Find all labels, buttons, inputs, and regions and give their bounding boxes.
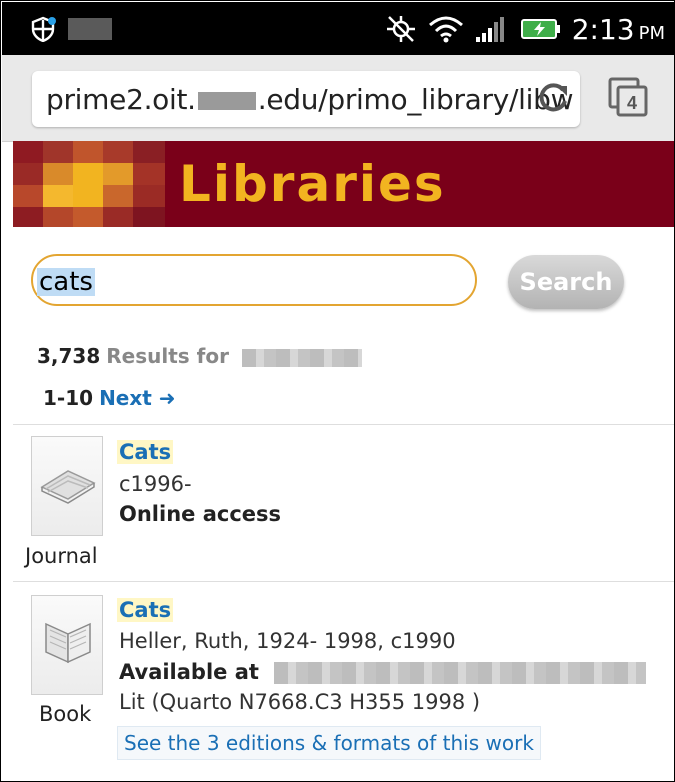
- address-bar[interactable]: prime2.oit. .edu/primo_library/libw: [32, 71, 580, 127]
- phone-screen: 2:13 PM prime2.oit. .edu/primo_library/lib…: [0, 0, 675, 782]
- notification-icon-redacted: [68, 18, 112, 40]
- logo-icon: [13, 141, 165, 227]
- book-icon: [45, 622, 91, 664]
- item-title-link[interactable]: Cats: [117, 598, 174, 622]
- browser-toolbar: prime2.oit. .edu/primo_library/libw 4: [2, 55, 674, 142]
- item-type: Book: [39, 702, 92, 726]
- battery-charging-icon: [520, 19, 560, 39]
- item-call-number: Lit (Quarto N7668.C3 H355 1998 ): [119, 690, 481, 714]
- item-title-link[interactable]: Cats: [117, 440, 174, 464]
- journal-icon: [40, 470, 96, 504]
- shield-icon: [31, 16, 56, 42]
- page-range: 1-10: [43, 386, 94, 410]
- book-thumbnail[interactable]: [31, 595, 103, 695]
- tabs-icon[interactable]: 4: [608, 77, 650, 119]
- url-text: prime2.oit. .edu/primo_library/libw: [46, 83, 574, 116]
- editions-link[interactable]: See the 3 editions & formats of this wor…: [117, 726, 541, 760]
- reload-icon[interactable]: [532, 77, 574, 119]
- status-bar: 2:13 PM: [2, 2, 674, 55]
- redacted-query: [241, 348, 362, 367]
- divider: [13, 581, 674, 582]
- item-author: Heller, Ruth, 1924- 1998, c1990: [119, 629, 456, 653]
- search-input[interactable]: cats: [31, 254, 477, 306]
- banner-title: Libraries: [179, 155, 446, 213]
- search-button[interactable]: Search: [508, 255, 624, 309]
- svg-text:4: 4: [627, 93, 637, 113]
- item-availability[interactable]: Available at: [119, 660, 647, 684]
- search-query: cats: [37, 267, 95, 297]
- item-availability[interactable]: Online access: [119, 502, 281, 526]
- signal-icon: [475, 17, 504, 42]
- redacted-location: [274, 662, 647, 684]
- next-page-link[interactable]: Next ➜: [99, 386, 175, 410]
- results-count: 3,738: [37, 344, 101, 368]
- journal-thumbnail[interactable]: [31, 436, 103, 536]
- clock: 2:13 PM: [571, 12, 665, 46]
- pagination: 1-10 Next ➜: [43, 386, 176, 410]
- url-redacted-segment: [197, 92, 256, 110]
- library-banner: Libraries: [13, 141, 674, 227]
- gps-off-icon: [386, 16, 415, 42]
- divider: [13, 424, 674, 425]
- results-summary: 3,738 Results for: [37, 344, 362, 368]
- item-date: c1996-: [119, 472, 192, 496]
- item-type: Journal: [25, 544, 98, 568]
- wifi-icon: [428, 16, 463, 43]
- results-label: Results for: [106, 344, 229, 368]
